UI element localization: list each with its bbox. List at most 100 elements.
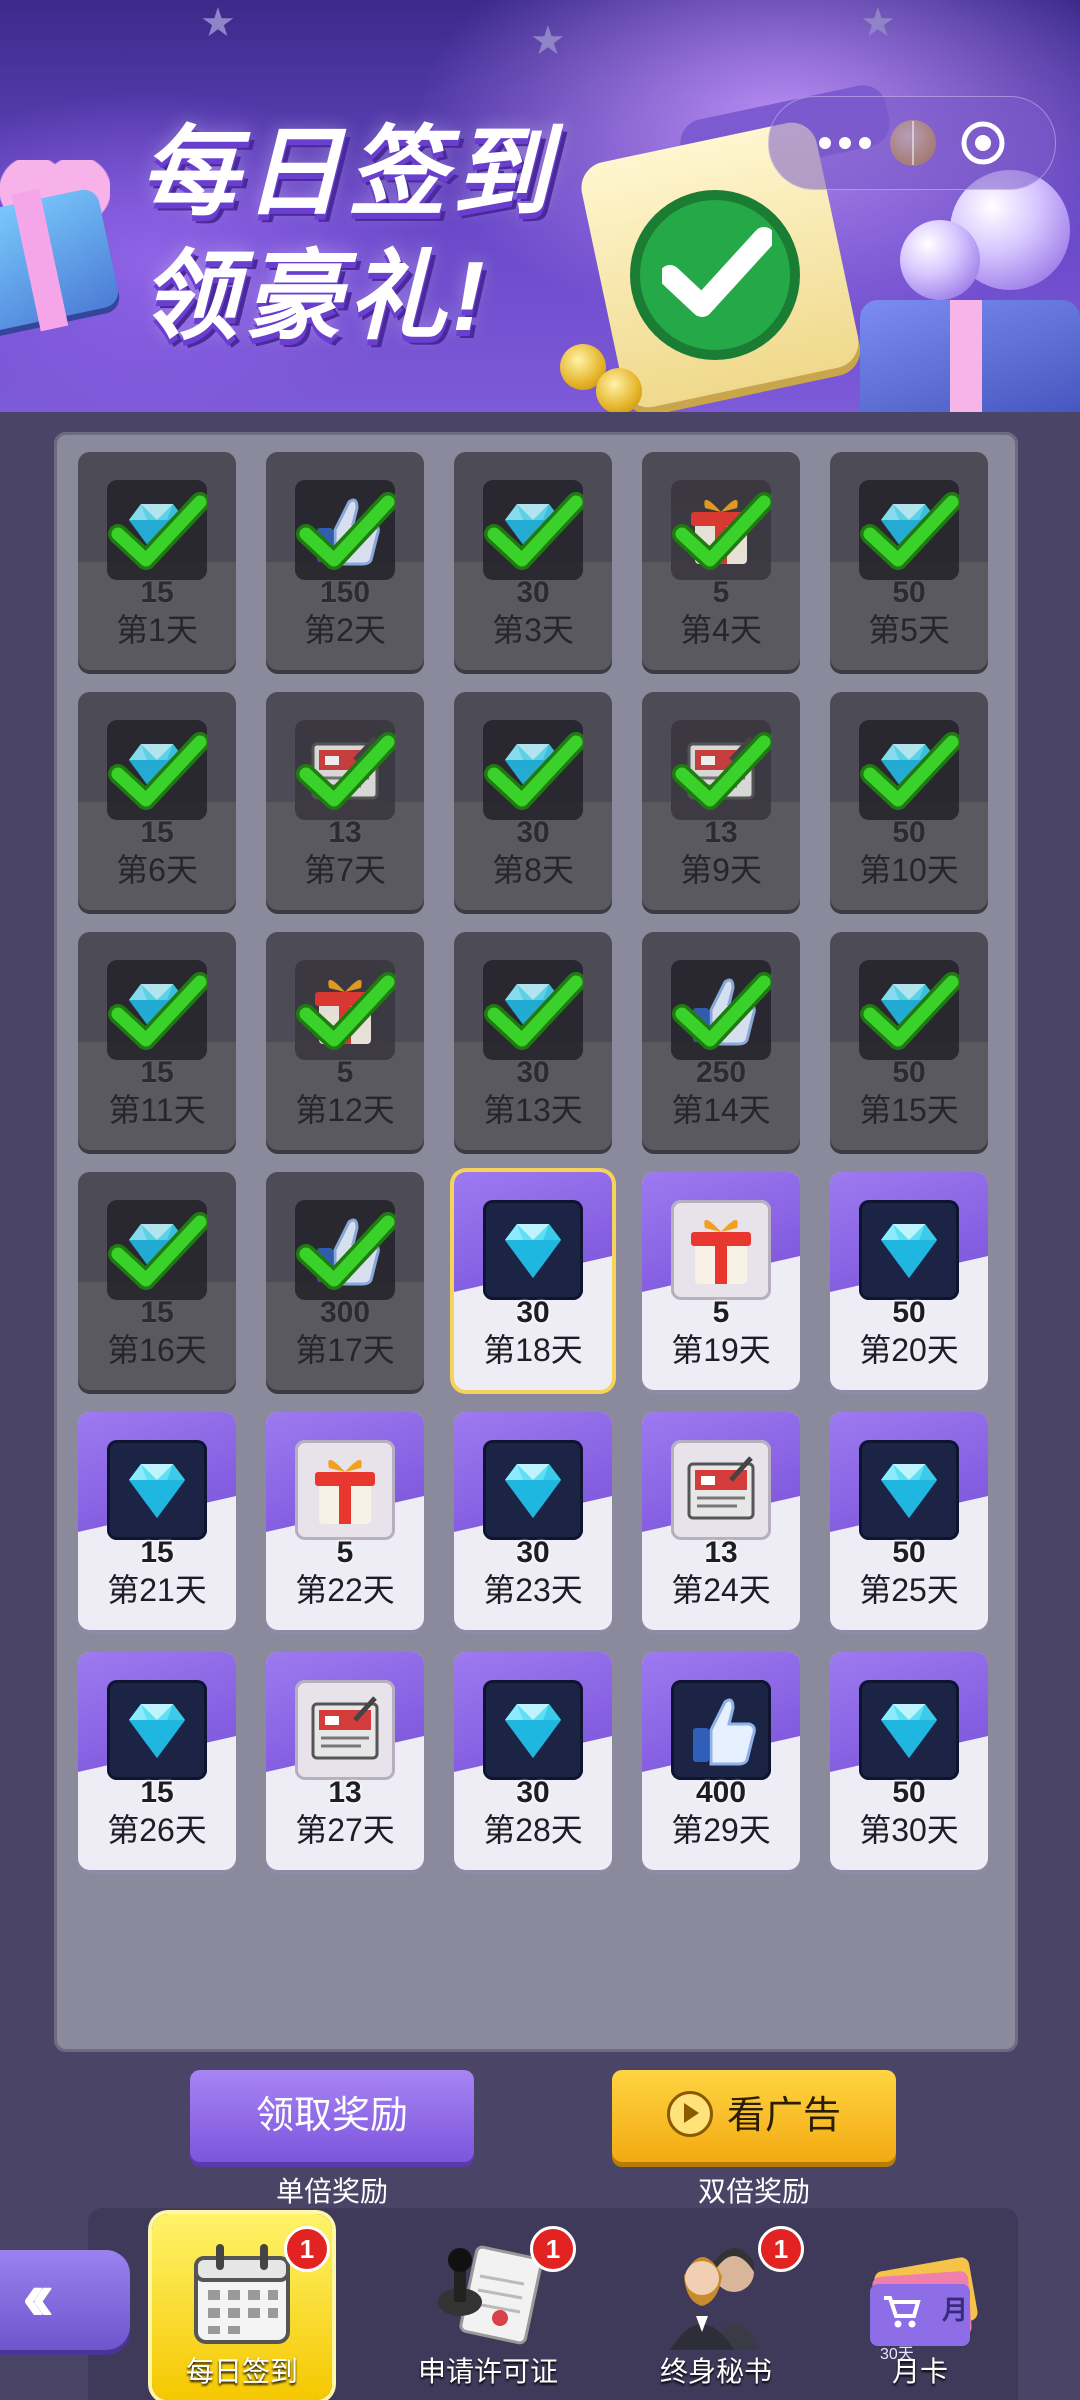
reward-day-cell[interactable]: 250 第14天 xyxy=(642,932,800,1150)
reward-day-label: 第1天 xyxy=(116,612,198,648)
checkmark-icon xyxy=(108,492,210,577)
double-reward-caption: 双倍奖励 xyxy=(697,2176,810,2207)
diamond-icon xyxy=(859,1200,959,1300)
reward-day-cell[interactable]: 5 第4天 xyxy=(642,452,800,670)
reward-day-cell[interactable]: 5 第22天 xyxy=(266,1412,424,1630)
reward-day-label: 第24天 xyxy=(671,1572,771,1608)
close-target-icon[interactable] xyxy=(959,119,1007,167)
reward-quantity: 30 xyxy=(516,816,550,849)
checkmark-icon xyxy=(860,972,962,1057)
reward-day-cell[interactable]: 30 第18天 xyxy=(454,1172,612,1390)
reward-day-cell[interactable]: 15 第6天 xyxy=(78,692,236,910)
reward-day-cell[interactable]: 50 第10天 xyxy=(830,692,988,910)
reward-day-cell[interactable]: 15 第11天 xyxy=(78,932,236,1150)
reward-day-label: 第18天 xyxy=(483,1332,583,1368)
notification-badge: 1 xyxy=(758,2226,804,2272)
reward-quantity: 15 xyxy=(140,1776,174,1809)
reward-day-cell[interactable]: 30 第23天 xyxy=(454,1412,612,1630)
checkmark-icon xyxy=(860,492,962,577)
mini-program-capsule xyxy=(768,96,1056,190)
reward-quantity: 15 xyxy=(140,1056,174,1089)
reward-day-label: 第4天 xyxy=(680,612,762,648)
watch-ad-label: 看广告 xyxy=(726,2095,841,2137)
gift-icon xyxy=(295,1440,395,1540)
double-chevron-left-icon: ‹‹ xyxy=(22,2257,54,2335)
reward-day-cell[interactable]: 50 第5天 xyxy=(830,452,988,670)
diamond-icon xyxy=(859,1680,959,1780)
month-card-tag: 月 xyxy=(942,2295,969,2325)
reward-day-label: 第14天 xyxy=(671,1092,771,1128)
checkmark-icon xyxy=(296,732,398,817)
reward-quantity: 30 xyxy=(516,1776,550,1809)
nav-label: 申请许可证 xyxy=(417,2356,558,2387)
reward-day-cell[interactable]: 50 第15天 xyxy=(830,932,988,1150)
reward-day-cell[interactable]: 50 第25天 xyxy=(830,1412,988,1630)
checkmark-icon xyxy=(296,492,398,577)
checkmark-icon xyxy=(672,492,774,577)
star-decoration: ★ xyxy=(200,1,236,45)
reward-day-cell[interactable]: 50 第20天 xyxy=(830,1172,988,1390)
reward-day-label: 第23天 xyxy=(483,1572,583,1608)
nav-item-month-card[interactable]: 月 30天 月卡 xyxy=(830,2214,1010,2400)
reward-day-cell[interactable]: 50 第30天 xyxy=(830,1652,988,1870)
reward-day-label: 第22天 xyxy=(295,1572,395,1608)
nav-item-lifetime-secretary[interactable]: 1 终身秘书 xyxy=(626,2214,806,2400)
license-icon xyxy=(295,1680,395,1780)
diamond-icon xyxy=(483,1680,583,1780)
reward-day-cell[interactable]: 15 第26天 xyxy=(78,1652,236,1870)
reward-day-label: 第6天 xyxy=(116,852,198,888)
reward-day-label: 第8天 xyxy=(492,852,574,888)
reward-quantity: 30 xyxy=(516,576,550,609)
back-button[interactable]: ‹‹ xyxy=(0,2250,130,2350)
reward-day-cell[interactable]: 15 第16天 xyxy=(78,1172,236,1390)
checkmark-icon xyxy=(108,1212,210,1297)
reward-quantity: 50 xyxy=(892,1056,926,1089)
reward-day-cell[interactable]: 5 第12天 xyxy=(266,932,424,1150)
reward-day-cell[interactable]: 400 第29天 xyxy=(642,1652,800,1870)
claim-reward-button[interactable]: 领取奖励 xyxy=(190,2070,474,2162)
banner-title: 每日签到 领豪礼! xyxy=(140,117,557,351)
diamond-icon xyxy=(107,1680,207,1780)
reward-day-label: 第25天 xyxy=(859,1572,959,1608)
reward-day-label: 第26天 xyxy=(107,1812,207,1848)
reward-day-cell[interactable]: 13 第9天 xyxy=(642,692,800,910)
reward-day-cell[interactable]: 5 第19天 xyxy=(642,1172,800,1390)
checkmark-icon xyxy=(484,732,586,817)
daily-signin-banner: ★ ★ ★ 每日签到 领豪礼! xyxy=(0,0,1080,412)
notification-badge: 1 xyxy=(284,2226,330,2272)
reward-quantity: 5 xyxy=(336,1536,354,1569)
reward-day-label: 第28天 xyxy=(483,1812,583,1848)
watch-ad-button[interactable]: 看广告 xyxy=(612,2070,896,2162)
reward-day-cell[interactable]: 30 第8天 xyxy=(454,692,612,910)
reward-day-cell[interactable]: 300 第17天 xyxy=(266,1172,424,1390)
reward-day-cell[interactable]: 30 第28天 xyxy=(454,1652,612,1870)
reward-day-cell[interactable]: 13 第27天 xyxy=(266,1652,424,1870)
reward-quantity: 30 xyxy=(516,1296,550,1329)
reward-quantity: 300 xyxy=(319,1296,371,1329)
notification-badge: 1 xyxy=(530,2226,576,2272)
reward-day-label: 第27天 xyxy=(295,1812,395,1848)
check-circle-icon xyxy=(640,200,790,350)
coin-decoration xyxy=(596,368,642,412)
reward-day-label: 第3天 xyxy=(492,612,574,648)
reward-day-cell[interactable]: 15 第1天 xyxy=(78,452,236,670)
reward-day-cell[interactable]: 30 第3天 xyxy=(454,452,612,670)
rewards-panel: 15 第1天 150 第2天 30 第3天 5 第4天 50 第5天 15 第6天 13 第7天 30 第8天… xyxy=(54,432,1018,2052)
reward-day-cell[interactable]: 13 第7天 xyxy=(266,692,424,910)
reward-day-cell[interactable]: 13 第24天 xyxy=(642,1412,800,1630)
checkmark-icon xyxy=(672,732,774,817)
checkmark-icon xyxy=(296,1212,398,1297)
checkmark-icon xyxy=(860,732,962,817)
nav-item-apply-license[interactable]: 1 申请许可证 xyxy=(398,2214,578,2400)
reward-quantity: 15 xyxy=(140,1536,174,1569)
nav-item-daily-signin[interactable]: 1 每日签到 xyxy=(152,2214,332,2400)
reward-day-cell[interactable]: 30 第13天 xyxy=(454,932,612,1150)
reward-day-label: 第5天 xyxy=(868,612,950,648)
bubble-decoration xyxy=(900,220,980,300)
reward-quantity: 50 xyxy=(892,1776,926,1809)
reward-quantity: 13 xyxy=(328,1776,362,1809)
reward-quantity: 30 xyxy=(516,1536,550,1569)
reward-day-cell[interactable]: 150 第2天 xyxy=(266,452,424,670)
reward-day-cell[interactable]: 15 第21天 xyxy=(78,1412,236,1630)
nav-label: 每日签到 xyxy=(185,2356,298,2387)
